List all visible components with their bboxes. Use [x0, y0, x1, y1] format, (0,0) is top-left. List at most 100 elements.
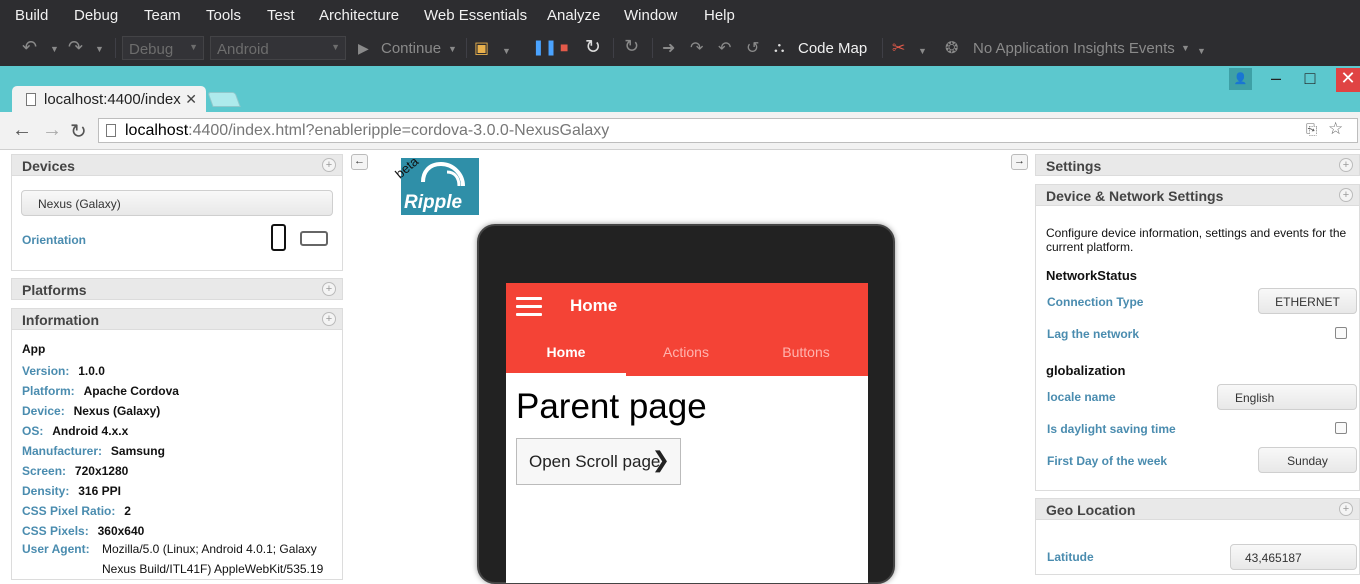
pause-icon[interactable]: ❚❚ — [532, 38, 557, 56]
configuration-value: Debug — [129, 41, 174, 58]
undo-dropdown-icon[interactable]: ▼ — [50, 44, 59, 54]
attach-process-icon[interactable]: ▣ — [474, 38, 489, 58]
app-tab-buttons[interactable]: Buttons — [746, 344, 866, 360]
menu-debug[interactable]: Debug — [74, 7, 118, 24]
hamburger-menu-icon[interactable] — [516, 297, 542, 317]
play-icon[interactable]: ▶ — [358, 40, 369, 57]
forward-icon[interactable]: → — [42, 119, 62, 142]
device-select[interactable]: Nexus (Galaxy) — [21, 190, 333, 216]
browser-tab[interactable]: localhost:4400/index ✕ — [12, 86, 206, 113]
info-label: Manufacturer: — [22, 444, 103, 458]
settings-panel-header[interactable]: Settings + — [1035, 154, 1360, 176]
connection-type-label: Connection Type — [1047, 295, 1144, 309]
continue-button[interactable]: Continue — [381, 40, 441, 57]
menu-architecture[interactable]: Architecture — [319, 7, 399, 24]
undo-icon[interactable]: ↶ — [22, 37, 37, 58]
close-window-icon[interactable]: ✕ — [1336, 68, 1360, 92]
url-path: :4400/index.html?enableripple=cordova-3.… — [188, 122, 610, 139]
chevron-down-icon: ▼ — [331, 42, 340, 52]
translate-icon[interactable]: ⎘ — [1306, 121, 1317, 138]
user-profile-icon[interactable]: 👤 — [1229, 68, 1252, 90]
open-scroll-page-label: Open Scroll page — [529, 452, 661, 471]
show-next-statement-icon[interactable]: ↻ — [624, 36, 639, 57]
platform-combo[interactable]: Android ▼ — [210, 36, 346, 60]
redo-icon[interactable]: ↷ — [68, 37, 83, 58]
menu-analyze[interactable]: Analyze — [547, 7, 600, 24]
step-out-icon[interactable]: ↶ — [718, 38, 731, 58]
bookmark-star-icon[interactable]: ☆ — [1328, 119, 1343, 139]
menu-window[interactable]: Window — [624, 7, 677, 24]
devices-panel-header[interactable]: Devices + — [11, 154, 343, 176]
collapse-left-button[interactable]: ← — [351, 154, 368, 170]
menu-build[interactable]: Build — [15, 7, 48, 24]
portrait-icon[interactable] — [271, 224, 286, 251]
app-tab-actions[interactable]: Actions — [626, 344, 746, 360]
geo-location-header[interactable]: Geo Location + — [1035, 498, 1360, 520]
back-icon[interactable]: ← — [12, 119, 32, 142]
redo-dropdown-icon[interactable]: ▼ — [95, 44, 104, 54]
locale-select[interactable]: English — [1217, 384, 1357, 410]
first-day-select[interactable]: Sunday — [1258, 447, 1357, 473]
menu-help[interactable]: Help — [704, 7, 735, 24]
configuration-combo[interactable]: Debug ▼ — [122, 36, 204, 60]
connection-type-select[interactable]: ETHERNET — [1258, 288, 1357, 314]
device-network-header[interactable]: Device & Network Settings + — [1035, 184, 1360, 206]
step-over-icon[interactable]: ↷ — [690, 38, 703, 58]
step-back-icon[interactable]: ↺ — [746, 38, 759, 58]
expand-icon[interactable]: + — [1339, 502, 1353, 516]
device-screen: Home Home Actions Buttons Parent page Op… — [506, 283, 868, 583]
locale-label: locale name — [1047, 390, 1116, 404]
expand-icon[interactable]: + — [322, 158, 336, 172]
expand-icon[interactable]: + — [322, 312, 336, 326]
new-tab-button[interactable] — [207, 92, 241, 107]
expand-icon[interactable]: + — [1339, 188, 1353, 202]
breakpoint-toggle-icon[interactable]: ✂ — [892, 38, 905, 58]
first-day-label: First Day of the week — [1047, 454, 1168, 468]
reload-icon[interactable]: ↻ — [70, 119, 87, 144]
app-tab-home[interactable]: Home — [506, 344, 626, 360]
info-row: OS: Android 4.x.x — [22, 422, 179, 442]
info-value: 316 PPI — [78, 484, 121, 498]
locale-value: English — [1235, 391, 1275, 405]
minimize-icon[interactable]: – — [1261, 68, 1291, 92]
first-day-value: Sunday — [1287, 454, 1328, 468]
info-label: Version: — [22, 364, 70, 378]
info-label: Screen: — [22, 464, 67, 478]
browser-tab-title: localhost:4400/index — [44, 91, 181, 108]
code-map-button[interactable]: Code Map — [798, 40, 867, 57]
menu-team[interactable]: Team — [144, 7, 181, 24]
info-rows: Version: 1.0.0 Platform: Apache Cordova … — [22, 362, 179, 542]
continue-dropdown-icon[interactable]: ▼ — [448, 44, 457, 54]
restart-icon[interactable]: ↻ — [585, 36, 601, 59]
expand-icon[interactable]: + — [1339, 158, 1353, 172]
toolbar-separator — [613, 38, 614, 58]
info-value: 1.0.0 — [78, 364, 105, 378]
menu-test[interactable]: Test — [267, 7, 295, 24]
collapse-right-button[interactable]: → — [1011, 154, 1028, 170]
open-scroll-page-button[interactable]: Open Scroll page ❯ — [516, 438, 681, 485]
info-label: CSS Pixels: — [22, 524, 89, 538]
app-toolbar: Home Home Actions Buttons — [506, 283, 868, 376]
expand-icon[interactable]: + — [322, 282, 336, 296]
step-into-icon[interactable]: ➜ — [662, 38, 675, 58]
information-panel-header[interactable]: Information + — [11, 308, 343, 330]
latitude-input[interactable]: 43,465187 — [1230, 544, 1357, 570]
platforms-panel-header[interactable]: Platforms + — [11, 278, 343, 300]
toolbar-overflow-icon[interactable]: ▼ — [1197, 46, 1206, 56]
insights-button[interactable]: No Application Insights Events — [973, 40, 1175, 57]
close-tab-icon[interactable]: ✕ — [185, 91, 197, 108]
landscape-icon[interactable] — [300, 231, 328, 246]
breakpoint-dropdown-icon[interactable]: ▼ — [918, 46, 927, 56]
stop-icon[interactable]: ■ — [560, 39, 568, 55]
daylight-saving-checkbox[interactable] — [1335, 422, 1347, 434]
menu-tools[interactable]: Tools — [206, 7, 241, 24]
address-bar[interactable]: localhost:4400/index.html?enableripple=c… — [98, 118, 1358, 143]
lag-network-checkbox[interactable] — [1335, 327, 1347, 339]
attach-dropdown-icon[interactable]: ▼ — [502, 46, 511, 56]
information-title: Information — [22, 312, 99, 328]
insights-dropdown-icon[interactable]: ▼ — [1181, 43, 1190, 53]
menu-web-essentials[interactable]: Web Essentials — [424, 7, 527, 24]
info-value: Android 4.x.x — [52, 424, 129, 438]
maximize-icon[interactable]: □ — [1295, 68, 1325, 92]
info-row: Manufacturer: Samsung — [22, 442, 179, 462]
